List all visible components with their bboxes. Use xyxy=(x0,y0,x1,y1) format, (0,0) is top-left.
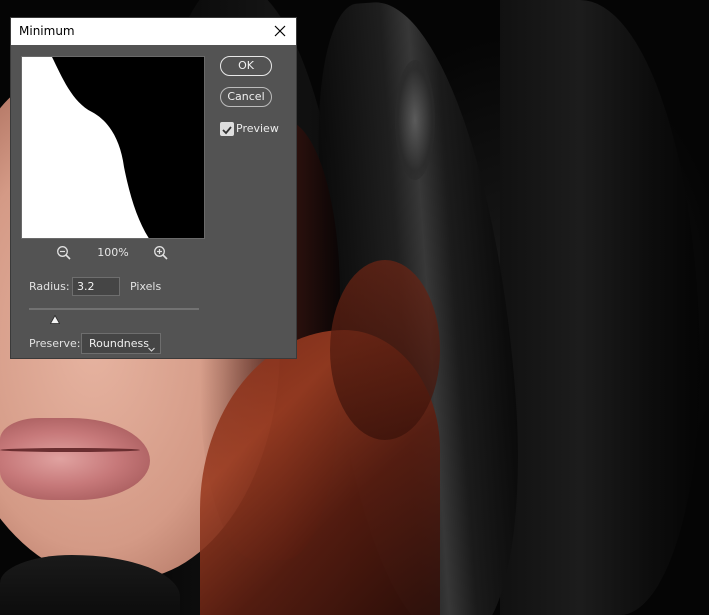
radius-unit-label: Pixels xyxy=(130,280,162,293)
preserve-dropdown[interactable]: Roundness xyxy=(81,333,161,354)
chevron-down-icon xyxy=(147,339,156,352)
ok-button[interactable]: OK xyxy=(220,56,272,76)
dialog-titlebar[interactable]: Minimum xyxy=(11,18,296,45)
filter-preview[interactable] xyxy=(21,56,205,239)
zoom-in-button[interactable] xyxy=(153,245,169,261)
zoom-out-button[interactable] xyxy=(56,245,72,261)
checkmark-icon xyxy=(222,126,232,135)
zoom-in-icon xyxy=(154,246,168,260)
zoom-level: 100% xyxy=(97,246,129,259)
preview-image xyxy=(22,57,204,238)
preview-label: Preview xyxy=(236,122,279,135)
slider-thumb-icon xyxy=(49,314,60,324)
close-icon xyxy=(274,25,286,37)
close-button[interactable] xyxy=(270,21,290,41)
minimum-dialog: Minimum 100% OK Cancel Preview Radius: 3… xyxy=(10,17,297,359)
radius-slider-thumb[interactable] xyxy=(49,309,60,324)
preserve-selected-value: Roundness xyxy=(89,337,150,350)
cancel-button[interactable]: Cancel xyxy=(220,87,272,107)
preview-checkbox[interactable] xyxy=(220,122,234,136)
radius-input[interactable] xyxy=(72,277,120,296)
zoom-out-icon xyxy=(57,246,71,260)
zoom-controls: 100% xyxy=(21,244,205,262)
dialog-title: Minimum xyxy=(19,24,75,38)
preserve-label: Preserve: xyxy=(29,337,81,350)
radius-label: Radius: xyxy=(29,280,70,293)
